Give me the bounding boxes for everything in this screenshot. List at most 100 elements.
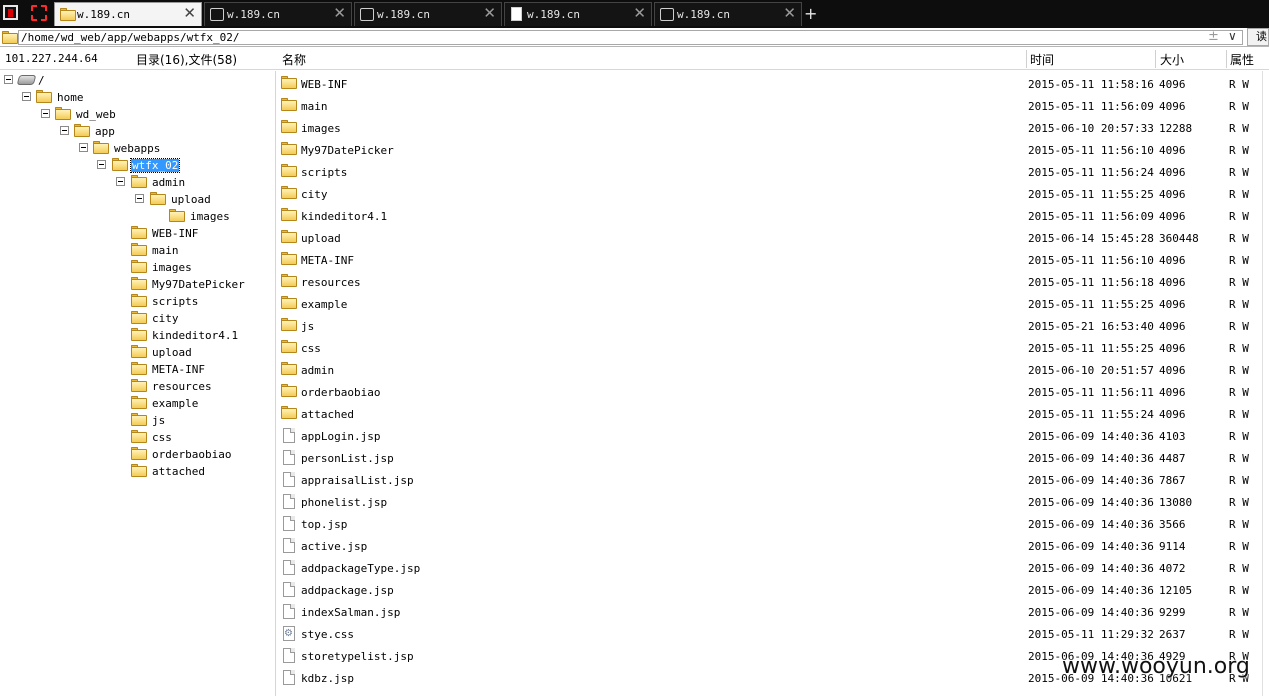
tree-node[interactable]: kindeditor4.1	[0, 327, 240, 344]
add-tab-button[interactable]: +	[804, 4, 817, 23]
tree-node-app[interactable]: app	[0, 123, 150, 140]
tab-close-icon[interactable]: ✕	[333, 4, 346, 22]
file-icon	[283, 538, 295, 556]
tree-node-root[interactable]: /	[0, 72, 80, 89]
tab-3[interactable]: w.189.cn ✕	[354, 2, 502, 26]
file-attr: R W	[1229, 166, 1249, 179]
tab-5[interactable]: w.189.cn ✕	[654, 2, 802, 26]
file-row[interactable]: indexSalman.jsp 2015-06-09 14:40:36 9299 R …	[276, 601, 1269, 623]
folder-row[interactable]: resources 2015-05-11 11:56:18 4096 R W	[276, 271, 1269, 293]
tree-node[interactable]: META-INF	[0, 361, 240, 378]
tree-node[interactable]: css	[0, 429, 240, 446]
read-button[interactable]: 读	[1247, 28, 1269, 46]
column-name-header[interactable]: 名称	[282, 51, 306, 68]
collapse-icon[interactable]	[135, 194, 144, 203]
tab-2[interactable]: w.189.cn ✕	[204, 2, 352, 26]
folder-row[interactable]: css 2015-05-11 11:55:25 4096 R W	[276, 337, 1269, 359]
tree-node-webapps[interactable]: webapps	[0, 140, 170, 157]
column-attr-header[interactable]: 属性	[1230, 51, 1254, 68]
collapse-icon[interactable]	[79, 143, 88, 152]
tree-node[interactable]: WEB-INF	[0, 225, 240, 242]
tree-node-wd-web[interactable]: wd_web	[0, 106, 140, 123]
folder-row[interactable]: example 2015-05-11 11:55:25 4096 R W	[276, 293, 1269, 315]
tree-node[interactable]: example	[0, 395, 240, 412]
tree-node[interactable]: js	[0, 412, 240, 429]
tree-node[interactable]: scripts	[0, 293, 240, 310]
bookmark-add-icon[interactable]: ±	[1208, 29, 1219, 44]
tree-node[interactable]: resources	[0, 378, 240, 395]
tree-node[interactable]: images	[0, 259, 240, 276]
file-time: 2015-06-09 14:40:36	[1028, 562, 1154, 575]
folder-row[interactable]: META-INF 2015-05-11 11:56:10 4096 R W	[276, 249, 1269, 271]
file-row[interactable]: top.jsp 2015-06-09 14:40:36 3566 R W	[276, 513, 1269, 535]
file-time: 2015-05-11 11:56:24	[1028, 166, 1154, 179]
folder-row[interactable]: main 2015-05-11 11:56:09 4096 R W	[276, 95, 1269, 117]
tab-close-icon[interactable]: ✕	[783, 4, 796, 22]
file-attr: R W	[1229, 188, 1249, 201]
folder-icon	[281, 120, 297, 136]
chevron-down-icon[interactable]: ∨	[1228, 29, 1237, 43]
collapse-icon[interactable]	[41, 109, 50, 118]
tree-node-upload-sub[interactable]: upload	[0, 191, 220, 208]
file-row[interactable]: active.jsp 2015-06-09 14:40:36 9114 R W	[276, 535, 1269, 557]
file-time: 2015-06-09 14:40:36	[1028, 518, 1154, 531]
folder-icon	[131, 226, 147, 242]
tree-node-wtfx-02[interactable]: wtfx_02	[0, 157, 190, 174]
file-name: images	[301, 122, 341, 135]
folder-row[interactable]: kindeditor4.1 2015-05-11 11:56:09 4096 R W	[276, 205, 1269, 227]
file-size: 4096	[1159, 408, 1186, 421]
path-input[interactable]	[18, 30, 1243, 45]
folder-row[interactable]: js 2015-05-21 16:53:40 4096 R W	[276, 315, 1269, 337]
tree-node[interactable]: attached	[0, 463, 240, 480]
folder-row[interactable]: scripts 2015-05-11 11:56:24 4096 R W	[276, 161, 1269, 183]
column-time-header[interactable]: 时间	[1030, 51, 1054, 68]
tab-close-icon[interactable]: ✕	[633, 4, 646, 22]
file-row[interactable]: appraisalList.jsp 2015-06-09 14:40:36 7867…	[276, 469, 1269, 491]
app-menu-icon[interactable]	[1, 3, 21, 23]
file-row[interactable]: appLogin.jsp 2015-06-09 14:40:36 4103 R W	[276, 425, 1269, 447]
tree-node[interactable]: orderbaobiao	[0, 446, 240, 463]
tree-node[interactable]: My97DatePicker	[0, 276, 245, 293]
collapse-icon[interactable]	[116, 177, 125, 186]
collapse-icon[interactable]	[22, 92, 31, 101]
file-row[interactable]: personList.jsp 2015-06-09 14:40:36 4487 R W	[276, 447, 1269, 469]
file-size: 4096	[1159, 364, 1186, 377]
column-divider[interactable]	[1026, 50, 1027, 68]
tree-node[interactable]: upload	[0, 344, 240, 361]
tab-close-icon[interactable]: ✕	[183, 4, 196, 22]
tab-close-icon[interactable]: ✕	[483, 4, 496, 22]
folder-row[interactable]: admin 2015-06-10 20:51:57 4096 R W	[276, 359, 1269, 381]
file-attr: R W	[1229, 562, 1249, 575]
file-icon	[283, 648, 295, 666]
tree-node-label: city	[152, 312, 179, 325]
tree-node-admin[interactable]: admin	[0, 174, 200, 191]
file-time: 2015-06-09 14:40:36	[1028, 540, 1154, 553]
folder-row[interactable]: images 2015-06-10 20:57:33 12288 R W	[276, 117, 1269, 139]
file-row[interactable]: phonelist.jsp 2015-06-09 14:40:36 13080 R W	[276, 491, 1269, 513]
file-row[interactable]: stye.css 2015-05-11 11:29:32 2637 R W	[276, 623, 1269, 645]
file-list: WEB-INF 2015-05-11 11:58:16 4096 R W main 201…	[276, 71, 1269, 696]
tree-node[interactable]: city	[0, 310, 240, 327]
tree-node-images-sub[interactable]: images	[0, 208, 240, 225]
folder-row[interactable]: orderbaobiao 2015-05-11 11:56:11 4096 R W	[276, 381, 1269, 403]
folder-row[interactable]: My97DatePicker 2015-05-11 11:56:10 4096 R W	[276, 139, 1269, 161]
folder-row[interactable]: attached 2015-05-11 11:55:24 4096 R W	[276, 403, 1269, 425]
column-divider[interactable]	[1155, 50, 1156, 68]
folder-row[interactable]: upload 2015-06-14 15:45:28 360448 R W	[276, 227, 1269, 249]
tree-node-label: app	[95, 125, 115, 138]
tab-1[interactable]: w.189.cn ✕	[54, 2, 202, 26]
column-size-header[interactable]: 大小	[1160, 51, 1184, 68]
tab-4[interactable]: w.189.cn ✕	[504, 2, 652, 26]
collapse-icon[interactable]	[60, 126, 69, 135]
tree-node[interactable]: main	[0, 242, 240, 259]
file-size: 4096	[1159, 342, 1186, 355]
folder-row[interactable]: WEB-INF 2015-05-11 11:58:16 4096 R W	[276, 73, 1269, 95]
collapse-icon[interactable]	[4, 75, 13, 84]
tree-node-home[interactable]: home	[0, 89, 120, 106]
file-row[interactable]: addpackageType.jsp 2015-06-09 14:40:36 407…	[276, 557, 1269, 579]
collapse-icon[interactable]	[97, 160, 106, 169]
file-row[interactable]: addpackage.jsp 2015-06-09 14:40:36 12105 R …	[276, 579, 1269, 601]
column-divider[interactable]	[1226, 50, 1227, 68]
record-icon[interactable]	[29, 3, 49, 23]
folder-row[interactable]: city 2015-05-11 11:55:25 4096 R W	[276, 183, 1269, 205]
